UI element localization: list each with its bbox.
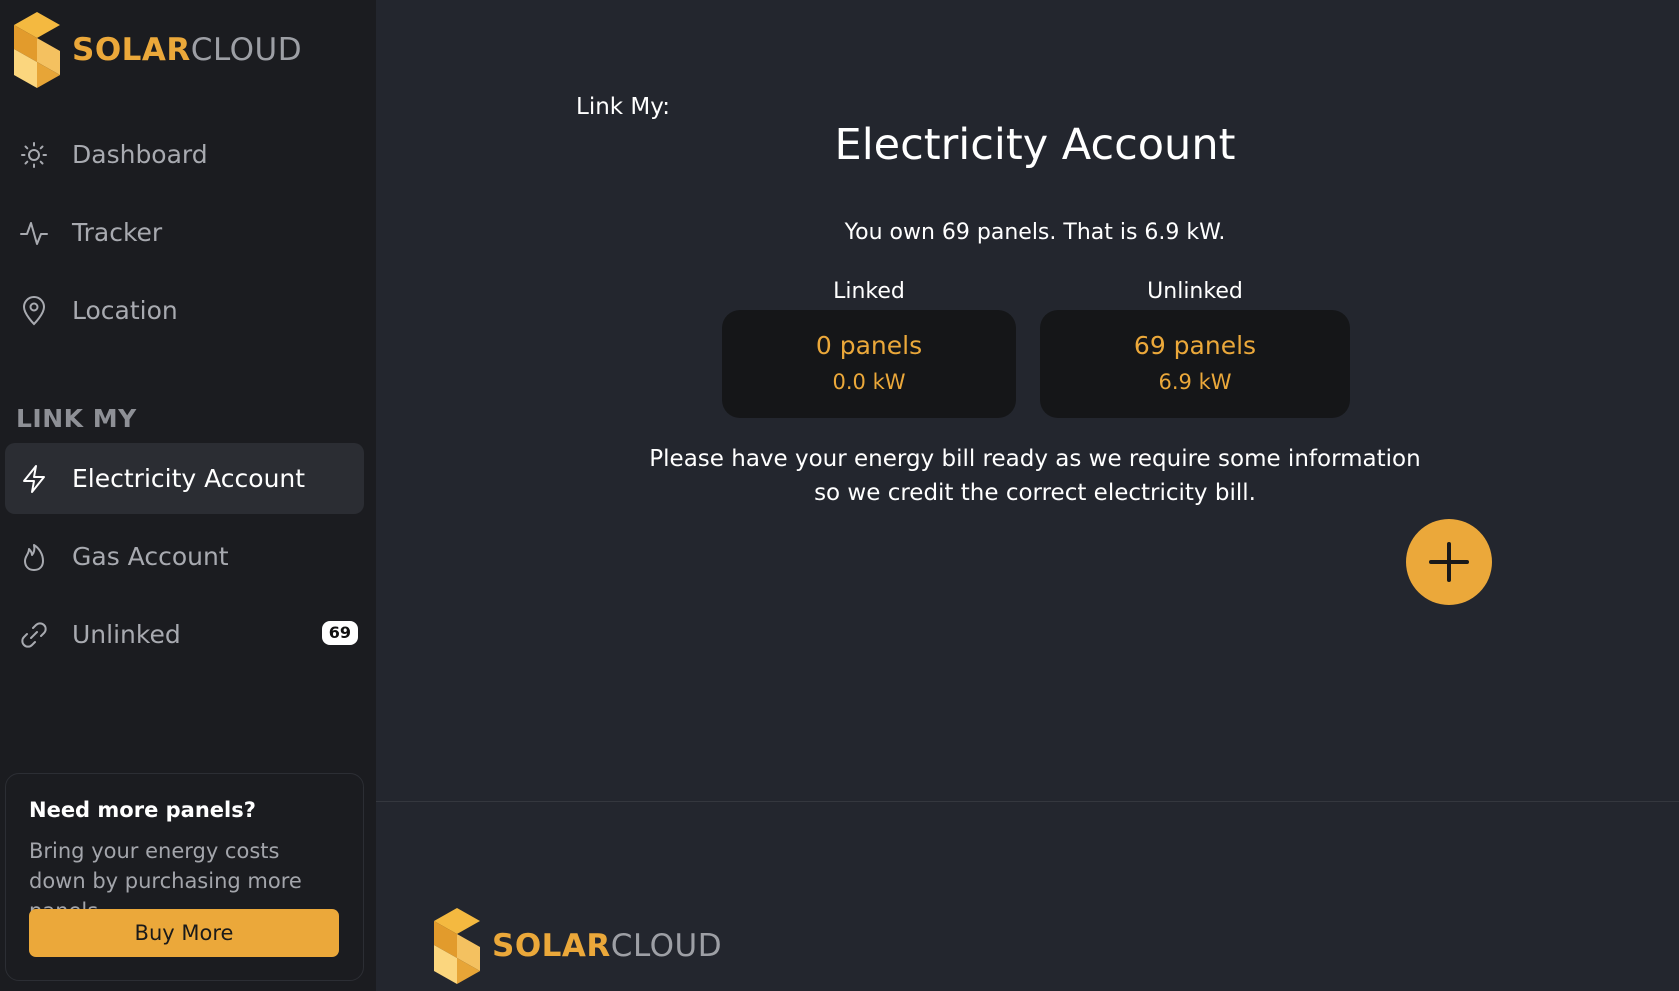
unlinked-card: 69 panels 6.9 kW bbox=[1040, 310, 1350, 418]
nav-location[interactable]: Location bbox=[5, 275, 364, 346]
footer-brand-solar: SOLAR bbox=[492, 927, 611, 964]
nav-location-label: Location bbox=[72, 296, 178, 325]
info-line-1: Please have your energy bill ready as we… bbox=[649, 446, 1421, 472]
location-pin-icon bbox=[17, 294, 51, 328]
flame-icon bbox=[17, 540, 51, 574]
lightning-icon bbox=[17, 462, 51, 496]
unlinked-panels: 69 panels bbox=[1133, 331, 1257, 360]
brand-logo[interactable]: SOLARCLOUD bbox=[14, 12, 302, 88]
nav-gas-account[interactable]: Gas Account bbox=[5, 521, 364, 592]
footer-wordmark: SOLARCLOUD bbox=[492, 927, 723, 964]
sidebar: SOLARCLOUD Dashboard Tracker Location LI… bbox=[0, 0, 376, 991]
promo-title: Need more panels? bbox=[29, 798, 256, 822]
section-title-link-my: LINK MY bbox=[16, 404, 137, 433]
nav-unlinked[interactable]: Unlinked 69 bbox=[5, 599, 364, 670]
info-line-2: so we credit the correct electricity bil… bbox=[814, 480, 1256, 506]
info-text: Please have your energy bill ready as we… bbox=[376, 442, 1679, 510]
nav-gas-label: Gas Account bbox=[72, 542, 229, 571]
footer-divider bbox=[376, 801, 1679, 802]
activity-icon bbox=[17, 216, 51, 250]
footer-brand-cloud: CLOUD bbox=[610, 927, 723, 964]
brand-wordmark: SOLARCLOUD bbox=[72, 31, 303, 68]
sun-icon bbox=[17, 138, 51, 172]
footer-logo[interactable]: SOLARCLOUD bbox=[434, 908, 722, 984]
panel-summary: You own 69 panels. That is 6.9 kW. bbox=[844, 220, 1226, 245]
linked-kw: 0.0 kW bbox=[832, 370, 906, 394]
nav-tracker[interactable]: Tracker bbox=[5, 197, 364, 268]
nav-unlinked-label: Unlinked bbox=[72, 620, 181, 649]
link-icon bbox=[17, 618, 51, 652]
page-title: Electricity Account bbox=[834, 120, 1236, 170]
link-my-label: Link My: bbox=[576, 94, 670, 120]
plus-icon bbox=[1429, 542, 1469, 582]
main-content: Link My: Electricity Account You own 69 … bbox=[376, 0, 1679, 991]
nav-electricity-account[interactable]: Electricity Account bbox=[5, 443, 364, 514]
solarcloud-logo-icon bbox=[14, 12, 60, 88]
unlinked-count-badge: 69 bbox=[321, 621, 358, 645]
linked-panels: 0 panels bbox=[815, 331, 923, 360]
nav-dashboard-label: Dashboard bbox=[72, 140, 208, 169]
buy-more-button[interactable]: Buy More bbox=[29, 909, 339, 957]
unlinked-kw: 6.9 kW bbox=[1158, 370, 1232, 394]
linked-label: Linked bbox=[833, 279, 905, 304]
unlinked-label: Unlinked bbox=[1147, 279, 1243, 304]
solarcloud-logo-icon bbox=[434, 908, 480, 984]
nav-dashboard[interactable]: Dashboard bbox=[5, 119, 364, 190]
promo-card: Need more panels? Bring your energy cost… bbox=[5, 773, 364, 981]
linked-card: 0 panels 0.0 kW bbox=[722, 310, 1016, 418]
nav-electricity-label: Electricity Account bbox=[72, 464, 306, 493]
brand-cloud: CLOUD bbox=[190, 31, 303, 68]
brand-solar: SOLAR bbox=[72, 31, 191, 68]
nav-tracker-label: Tracker bbox=[72, 218, 163, 247]
add-account-button[interactable] bbox=[1406, 519, 1492, 605]
app: SOLARCLOUD Dashboard Tracker Location LI… bbox=[0, 0, 1679, 991]
